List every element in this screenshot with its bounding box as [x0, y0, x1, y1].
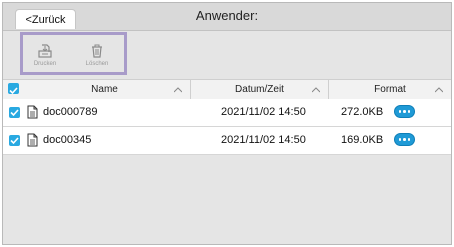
table-row[interactable]: doc000789 2021/11/02 14:50 272.0KB — [3, 99, 451, 127]
column-header-name[interactable]: Name — [19, 80, 190, 99]
column-label-format: Format — [374, 84, 406, 95]
sort-chevron-icon — [174, 87, 182, 93]
row-datetime: 2021/11/02 14:50 — [221, 106, 306, 118]
trash-icon — [92, 44, 102, 58]
print-icon — [38, 44, 52, 58]
table-header: Name Datum/Zeit Format — [3, 79, 451, 100]
table-row[interactable]: doc00345 2021/11/02 14:50 169.0KB — [3, 127, 451, 155]
document-icon — [27, 105, 38, 119]
page-title: Anwender: — [195, 8, 259, 23]
check-icon — [10, 137, 19, 145]
app-window: <Zurück Anwender: Drucken Löschen Name D… — [2, 2, 452, 245]
more-icon — [398, 110, 402, 113]
print-button[interactable]: Drucken — [25, 43, 65, 67]
column-label-datetime: Datum/Zeit — [235, 84, 284, 95]
row-checkbox[interactable] — [9, 107, 20, 118]
row-size: 169.0KB — [341, 134, 384, 146]
more-button[interactable] — [394, 133, 415, 146]
check-icon — [10, 109, 19, 117]
more-icon-dot — [403, 138, 406, 141]
row-datetime: 2021/11/02 14:50 — [221, 134, 306, 146]
column-header-format[interactable]: Format — [328, 80, 451, 99]
document-icon — [27, 133, 38, 147]
row-name: doc00345 — [43, 134, 92, 146]
more-icon-dot — [407, 138, 411, 141]
sort-chevron-icon — [435, 87, 443, 93]
more-button[interactable] — [394, 105, 415, 118]
row-name: doc000789 — [43, 106, 98, 118]
top-bar: <Zurück Anwender: — [3, 3, 451, 31]
print-label: Drucken — [33, 61, 57, 67]
select-all-checkbox[interactable] — [8, 83, 19, 95]
delete-button[interactable]: Löschen — [77, 43, 117, 67]
row-size: 272.0KB — [341, 106, 384, 118]
delete-label: Löschen — [85, 61, 109, 67]
check-icon — [9, 87, 18, 95]
sort-chevron-icon — [312, 87, 320, 93]
empty-list-area — [3, 155, 451, 244]
more-icon — [398, 138, 402, 141]
row-checkbox[interactable] — [9, 135, 20, 146]
more-icon-dot — [407, 110, 411, 113]
column-header-datetime[interactable]: Datum/Zeit — [190, 80, 328, 99]
column-label-name: Name — [91, 84, 118, 95]
more-icon-dot — [403, 110, 406, 113]
